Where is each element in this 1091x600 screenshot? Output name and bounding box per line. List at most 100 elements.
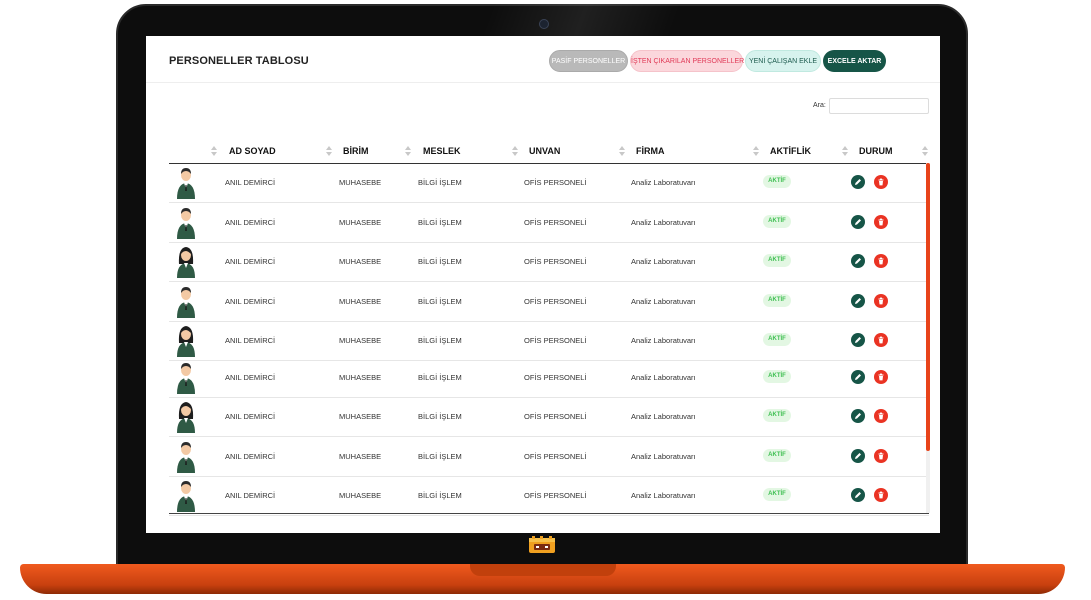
- status-badge: AKTİF: [763, 333, 791, 346]
- page-title: PERSONELLER TABLOSU: [169, 55, 309, 67]
- cell-company: Analiz Laboratuvarı: [631, 373, 696, 382]
- sort-icon[interactable]: [405, 146, 411, 156]
- table-bottom-border: [169, 513, 929, 514]
- table-row[interactable]: ANIL DEMİRCİ MUHASEBE BİLGİ İŞLEM OFİS PERS…: [169, 397, 929, 437]
- trash-icon: [878, 218, 884, 226]
- scrollbar-thumb[interactable]: [926, 163, 930, 451]
- cell-name: ANIL DEMİRCİ: [225, 178, 276, 187]
- table-header: AD SOYAD BİRİM MESLEK UNVAN FİRMA AKTİFL…: [169, 139, 929, 164]
- sort-icon[interactable]: [753, 146, 759, 156]
- edit-button[interactable]: [851, 333, 865, 347]
- cell-company: Analiz Laboratuvarı: [631, 178, 696, 187]
- delete-button[interactable]: [874, 333, 888, 347]
- delete-button[interactable]: [874, 215, 888, 229]
- cell-company: Analiz Laboratuvarı: [631, 452, 696, 461]
- cell-title: OFİS PERSONELİ: [524, 373, 587, 382]
- avatar: [175, 362, 197, 394]
- status-badge: AKTİF: [763, 294, 791, 307]
- column-header-job[interactable]: MESLEK: [423, 146, 461, 156]
- sort-icon[interactable]: [619, 146, 625, 156]
- cell-job: BİLGİ İŞLEM: [418, 218, 462, 227]
- status-badge: AKTİF: [763, 409, 791, 422]
- sort-icon[interactable]: [512, 146, 518, 156]
- cell-unit: MUHASEBE: [339, 178, 382, 187]
- cell-name: ANIL DEMİRCİ: [225, 452, 276, 461]
- cell-name: ANIL DEMİRCİ: [225, 257, 276, 266]
- cell-job: BİLGİ İŞLEM: [418, 412, 462, 421]
- cell-unit: MUHASEBE: [339, 336, 382, 345]
- delete-button[interactable]: [874, 409, 888, 423]
- table-row[interactable]: ANIL DEMİRCİ MUHASEBE BİLGİ İŞLEM OFİS PERS…: [169, 437, 929, 477]
- add-employee-button[interactable]: YENİ ÇALIŞAN EKLE: [745, 50, 821, 72]
- sort-icon[interactable]: [842, 146, 848, 156]
- cell-unit: MUHASEBE: [339, 218, 382, 227]
- cell-title: OFİS PERSONELİ: [524, 491, 587, 500]
- column-header-active[interactable]: AKTİFLİK: [770, 146, 811, 156]
- cell-name: ANIL DEMİRCİ: [225, 336, 276, 345]
- search-label: Ara:: [813, 102, 826, 109]
- delete-button[interactable]: [874, 254, 888, 268]
- cell-company: Analiz Laboratuvarı: [631, 218, 696, 227]
- cell-name: ANIL DEMİRCİ: [225, 373, 276, 382]
- table-row[interactable]: ANIL DEMİRCİ MUHASEBE BİLGİ İŞLEM OFİS PERS…: [169, 358, 929, 398]
- table-row[interactable]: ANIL DEMİRCİ MUHASEBE BİLGİ İŞLEM OFİS PERS…: [169, 203, 929, 243]
- avatar: [175, 325, 197, 357]
- delete-button[interactable]: [874, 370, 888, 384]
- edit-button[interactable]: [851, 175, 865, 189]
- table-body: ANIL DEMİRCİ MUHASEBE BİLGİ İŞLEM OFİS PERS…: [169, 163, 929, 516]
- table-row[interactable]: ANIL DEMİRCİ MUHASEBE BİLGİ İŞLEM OFİS PERS…: [169, 242, 929, 282]
- pencil-icon: [855, 453, 861, 459]
- table-row[interactable]: ANIL DEMİRCİ MUHASEBE BİLGİ İŞLEM OFİS PERS…: [169, 321, 929, 361]
- pencil-icon: [855, 413, 861, 419]
- cell-name: ANIL DEMİRCİ: [225, 218, 276, 227]
- column-header-company[interactable]: FİRMA: [636, 146, 665, 156]
- trash-icon: [878, 178, 884, 186]
- cell-title: OFİS PERSONELİ: [524, 218, 587, 227]
- delete-button[interactable]: [874, 449, 888, 463]
- cell-company: Analiz Laboratuvarı: [631, 491, 696, 500]
- cell-title: OFİS PERSONELİ: [524, 412, 587, 421]
- trash-icon: [878, 257, 884, 265]
- column-header-status[interactable]: DURUM: [859, 146, 893, 156]
- edit-button[interactable]: [851, 254, 865, 268]
- edit-button[interactable]: [851, 215, 865, 229]
- sort-icon[interactable]: [211, 146, 217, 156]
- table-row[interactable]: ANIL DEMİRCİ MUHASEBE BİLGİ İŞLEM OFİS PERS…: [169, 282, 929, 322]
- trash-icon: [878, 412, 884, 420]
- cell-title: OFİS PERSONELİ: [524, 336, 587, 345]
- trash-icon: [878, 491, 884, 499]
- fired-personnel-button[interactable]: İŞTEN ÇIKARILAN PERSONELLER: [630, 50, 744, 72]
- status-badge: AKTİF: [763, 215, 791, 228]
- cell-unit: MUHASEBE: [339, 257, 382, 266]
- cell-name: ANIL DEMİRCİ: [225, 412, 276, 421]
- status-badge: AKTİF: [763, 370, 791, 383]
- cell-company: Analiz Laboratuvarı: [631, 297, 696, 306]
- table-row[interactable]: ANIL DEMİRCİ MUHASEBE BİLGİ İŞLEM OFİS PERS…: [169, 163, 929, 203]
- cell-job: BİLGİ İŞLEM: [418, 178, 462, 187]
- edit-button[interactable]: [851, 449, 865, 463]
- table-row[interactable]: ANIL DEMİRCİ MUHASEBE BİLGİ İŞLEM OFİS PERS…: [169, 476, 929, 516]
- passive-personnel-button[interactable]: PASİF PERSONELLER: [549, 50, 628, 72]
- export-excel-button[interactable]: EXCELE AKTAR: [823, 50, 886, 72]
- edit-button[interactable]: [851, 370, 865, 384]
- status-badge: AKTİF: [763, 175, 791, 188]
- pencil-icon: [855, 179, 861, 185]
- delete-button[interactable]: [874, 488, 888, 502]
- trash-icon: [878, 297, 884, 305]
- search-input[interactable]: [829, 98, 929, 114]
- edit-button[interactable]: [851, 294, 865, 308]
- cell-title: OFİS PERSONELİ: [524, 452, 587, 461]
- sort-icon[interactable]: [922, 146, 928, 156]
- column-header-title[interactable]: UNVAN: [529, 146, 560, 156]
- delete-button[interactable]: [874, 175, 888, 189]
- avatar: [175, 480, 197, 512]
- column-header-name[interactable]: AD SOYAD: [229, 146, 276, 156]
- sort-icon[interactable]: [326, 146, 332, 156]
- status-badge: AKTİF: [763, 488, 791, 501]
- app-screen: PERSONELLER TABLOSU PASİF PERSONELLER İŞ…: [146, 36, 940, 533]
- edit-button[interactable]: [851, 409, 865, 423]
- webcam-icon: [539, 19, 549, 29]
- column-header-unit[interactable]: BİRİM: [343, 146, 369, 156]
- edit-button[interactable]: [851, 488, 865, 502]
- delete-button[interactable]: [874, 294, 888, 308]
